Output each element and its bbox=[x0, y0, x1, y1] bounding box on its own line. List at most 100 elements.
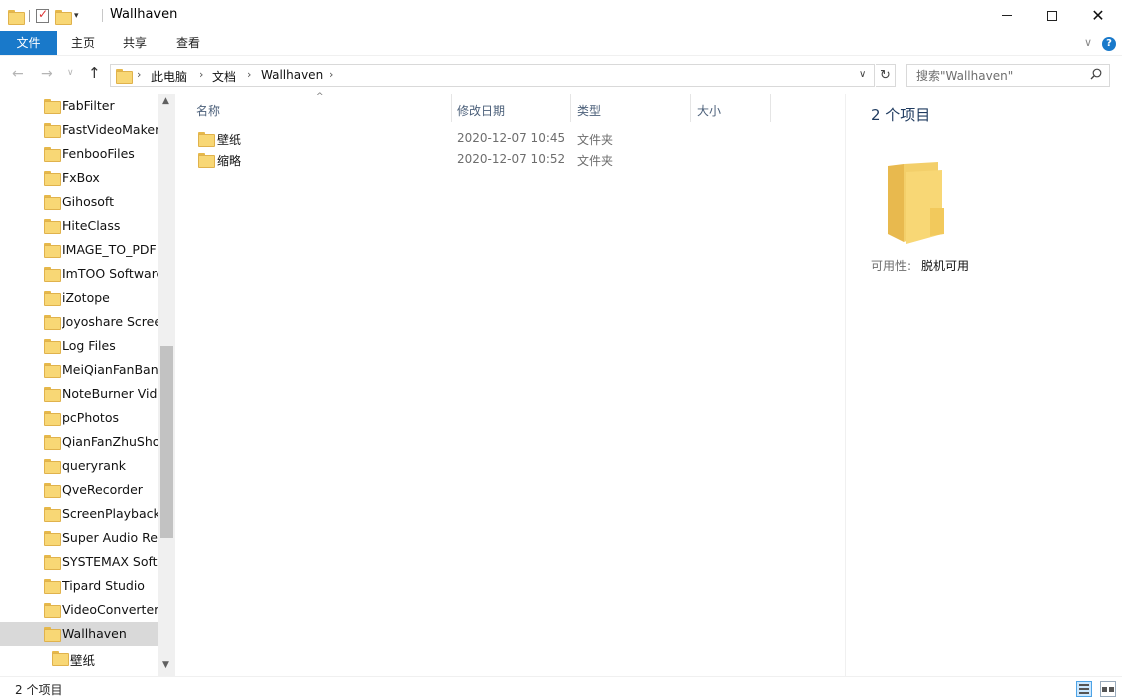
file-type: 文件夹 bbox=[577, 154, 614, 168]
folder-icon bbox=[198, 153, 215, 168]
tree-item-label: HiteClass bbox=[62, 218, 121, 233]
column-header-name[interactable]: 名称 bbox=[196, 100, 220, 122]
tree-item[interactable]: FastVideoMaker bbox=[0, 118, 158, 142]
details-view-button[interactable] bbox=[1076, 681, 1092, 697]
tree-item[interactable]: 壁纸 bbox=[0, 646, 158, 670]
column-header-type[interactable]: 类型 bbox=[577, 100, 601, 122]
back-button[interactable]: ← bbox=[12, 66, 24, 82]
forward-button[interactable]: → bbox=[41, 66, 53, 82]
folder-icon bbox=[44, 387, 61, 402]
folder-icon bbox=[44, 507, 61, 522]
help-icon[interactable]: ? bbox=[1102, 37, 1116, 51]
tree-item-label: MeiQianFanBanl bbox=[62, 362, 158, 377]
large-folder-icon bbox=[888, 162, 944, 244]
tree-item[interactable]: Gihosoft bbox=[0, 190, 158, 214]
minimize-button[interactable] bbox=[984, 0, 1030, 31]
tree-item-label: NoteBurner Vide bbox=[62, 386, 158, 401]
folder-icon bbox=[44, 315, 61, 330]
tab-share[interactable]: 共享 bbox=[119, 31, 151, 55]
item-count-title: 2 个项目 bbox=[871, 106, 931, 124]
up-button[interactable]: ↑ bbox=[88, 64, 101, 82]
breadcrumb-separator[interactable]: › bbox=[247, 68, 251, 81]
tree-item[interactable]: NoteBurner Vide bbox=[0, 382, 158, 406]
column-divider[interactable] bbox=[690, 94, 691, 122]
tree-item[interactable]: IMAGE_TO_PDF bbox=[0, 238, 158, 262]
column-divider[interactable] bbox=[770, 94, 771, 122]
column-header-size[interactable]: 大小 bbox=[697, 100, 721, 122]
title-bar: ▾ Wallhaven ✕ bbox=[0, 0, 1122, 31]
breadcrumb-documents[interactable]: 文档 bbox=[212, 68, 236, 85]
address-bar[interactable]: › 此电脑 › 文档 › Wallhaven › ∨ bbox=[110, 64, 875, 87]
tree-item[interactable]: QianFanZhuShou bbox=[0, 430, 158, 454]
file-row[interactable]: 缩略 2020-12-07 10:52 文件夹 bbox=[193, 149, 833, 170]
tree-item-label: QveRecorder bbox=[62, 482, 143, 497]
quick-access-toolbar: ▾ bbox=[8, 5, 79, 27]
search-input[interactable] bbox=[907, 65, 1087, 86]
tree-item[interactable]: Joyoshare Scree bbox=[0, 310, 158, 334]
scroll-down-icon[interactable]: ▼ bbox=[162, 660, 169, 670]
tree-item[interactable]: ScreenPlayback.e bbox=[0, 502, 158, 526]
tree-item[interactable]: FabFilter bbox=[0, 94, 158, 118]
tree-item[interactable]: Tipard Studio bbox=[0, 574, 158, 598]
minimize-icon bbox=[1002, 15, 1012, 16]
scroll-up-icon[interactable]: ▲ bbox=[162, 96, 169, 106]
large-icons-view-button[interactable] bbox=[1100, 681, 1116, 697]
folder-icon bbox=[44, 291, 61, 306]
maximize-button[interactable] bbox=[1029, 0, 1075, 31]
search-box[interactable] bbox=[906, 64, 1110, 87]
column-divider[interactable] bbox=[570, 94, 571, 122]
tree-item[interactable]: ImTOO Software bbox=[0, 262, 158, 286]
navigation-pane: FabFilter FastVideoMaker FenbooFiles FxBox G… bbox=[0, 94, 175, 676]
tree-item[interactable]: HiteClass bbox=[0, 214, 158, 238]
tree-item-label: queryrank bbox=[62, 458, 127, 473]
refresh-button[interactable]: ↻ bbox=[876, 64, 896, 87]
tree-item[interactable]: VideoConverter bbox=[0, 598, 158, 622]
folder-icon bbox=[44, 603, 61, 618]
availability-value: 脱机可用 bbox=[921, 259, 970, 273]
folder-icon[interactable] bbox=[8, 9, 25, 25]
breadcrumb-this-pc[interactable]: 此电脑 bbox=[151, 68, 187, 85]
scroll-thumb[interactable] bbox=[160, 346, 173, 538]
tree-item-label: QianFanZhuShou bbox=[62, 434, 158, 449]
close-button[interactable]: ✕ bbox=[1075, 0, 1121, 31]
tab-file[interactable]: 文件 bbox=[0, 31, 57, 55]
tab-home[interactable]: 主页 bbox=[67, 31, 99, 55]
tree-item[interactable]: FxBox bbox=[0, 166, 158, 190]
breadcrumb-wallhaven[interactable]: Wallhaven bbox=[261, 68, 323, 82]
tree-item[interactable]: FenbooFiles bbox=[0, 142, 158, 166]
chevron-down-icon[interactable]: ∨ bbox=[859, 69, 866, 80]
tree-item[interactable]: QveRecorder bbox=[0, 478, 158, 502]
refresh-icon: ↻ bbox=[880, 68, 891, 83]
breadcrumb-separator[interactable]: › bbox=[329, 68, 333, 81]
column-divider[interactable] bbox=[451, 94, 452, 122]
tree-item[interactable]: Wallhaven bbox=[0, 622, 158, 646]
tab-view[interactable]: 查看 bbox=[172, 31, 204, 55]
nav-scrollbar[interactable]: ▲ ▼ bbox=[158, 94, 175, 676]
search-icon[interactable] bbox=[1090, 68, 1102, 80]
column-header-date[interactable]: 修改日期 bbox=[457, 100, 505, 122]
tree-item[interactable]: pcPhotos bbox=[0, 406, 158, 430]
breadcrumb-separator[interactable]: › bbox=[137, 68, 141, 81]
file-type: 文件夹 bbox=[577, 133, 614, 147]
expand-ribbon-icon[interactable]: ∨ bbox=[1084, 36, 1092, 49]
address-row: ← → ∨ ↑ › 此电脑 › 文档 › Wallhaven › ∨ ↻ bbox=[0, 56, 1122, 94]
folder-icon bbox=[44, 171, 61, 186]
tree-item-label: pcPhotos bbox=[62, 410, 119, 425]
tree-item[interactable]: MeiQianFanBanl bbox=[0, 358, 158, 382]
properties-icon[interactable] bbox=[36, 7, 49, 23]
tree-item[interactable]: Log Files bbox=[0, 334, 158, 358]
file-date: 2020-12-07 10:52 bbox=[457, 152, 566, 166]
tree-item[interactable]: SYSTEMAX Softw bbox=[0, 550, 158, 574]
folder-icon bbox=[44, 459, 61, 474]
folder-icon bbox=[44, 627, 61, 642]
tree-item[interactable]: queryrank bbox=[0, 454, 158, 478]
file-list: ^ 名称 修改日期 类型 大小 壁纸 2020-12-07 10:45 文件夹 … bbox=[175, 92, 845, 676]
breadcrumb-separator[interactable]: › bbox=[199, 68, 203, 81]
tree-item[interactable]: Super Audio Rec bbox=[0, 526, 158, 550]
customize-toolbar-icon[interactable]: ▾ bbox=[74, 11, 79, 21]
recent-locations-icon[interactable]: ∨ bbox=[67, 68, 74, 78]
new-folder-icon[interactable] bbox=[55, 9, 72, 25]
tree-item[interactable]: iZotope bbox=[0, 286, 158, 310]
file-row[interactable]: 壁纸 2020-12-07 10:45 文件夹 bbox=[193, 128, 833, 149]
folder-icon bbox=[44, 267, 61, 282]
